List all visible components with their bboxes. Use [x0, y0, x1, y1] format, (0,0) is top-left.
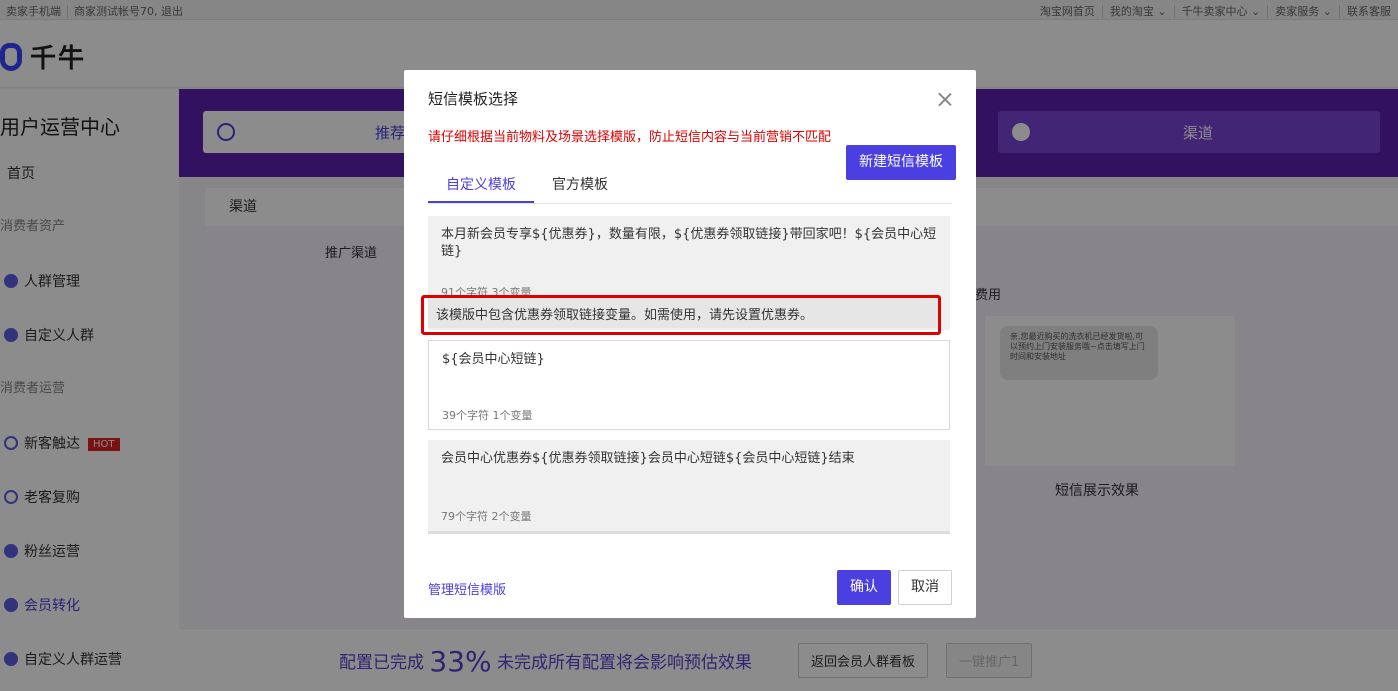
template-text: ${会员中心短链}: [442, 352, 545, 367]
template-text: 会员中心优惠券${优惠券领取链接}会员中心短链${会员中心短链}结束: [441, 451, 855, 466]
cancel-button[interactable]: 取消: [898, 570, 952, 605]
template-meta: 39个字符 1个变量: [442, 409, 533, 422]
template-text: 本月新会员专享${优惠券}，数量有限，${优惠券领取链接}带回家吧！${会员中心…: [441, 227, 937, 259]
modal-title: 短信模板选择: [428, 90, 519, 108]
manage-sms-templates-link[interactable]: 管理短信模版: [428, 579, 506, 598]
template-tabs: 自定义模板 官方模板: [428, 166, 952, 204]
highlight-annotation-box: [421, 295, 941, 335]
template-card-2[interactable]: ${会员中心短链} 39个字符 1个变量: [428, 340, 950, 430]
tab-official-template[interactable]: 官方模板: [552, 174, 608, 194]
active-tab-indicator: [428, 201, 534, 203]
tab-custom-template[interactable]: 自定义模板: [446, 174, 516, 194]
mismatch-warning: 请仔细根据当前物料及场景选择模版，防止短信内容与当前营销不匹配: [428, 130, 832, 145]
confirm-button[interactable]: 确认: [837, 570, 891, 605]
template-meta: 79个字符 2个变量: [441, 510, 532, 523]
template-card-3[interactable]: 会员中心优惠券${优惠券领取链接}会员中心短链${会员中心短链}结束 79个字符…: [428, 440, 950, 534]
close-icon[interactable]: [938, 92, 952, 106]
template-list[interactable]: 本月新会员专享${优惠券}，数量有限，${优惠券领取链接}带回家吧！${会员中心…: [428, 216, 950, 534]
sms-template-modal: 短信模板选择 请仔细根据当前物料及场景选择模版，防止短信内容与当前营销不匹配 新…: [404, 70, 976, 618]
